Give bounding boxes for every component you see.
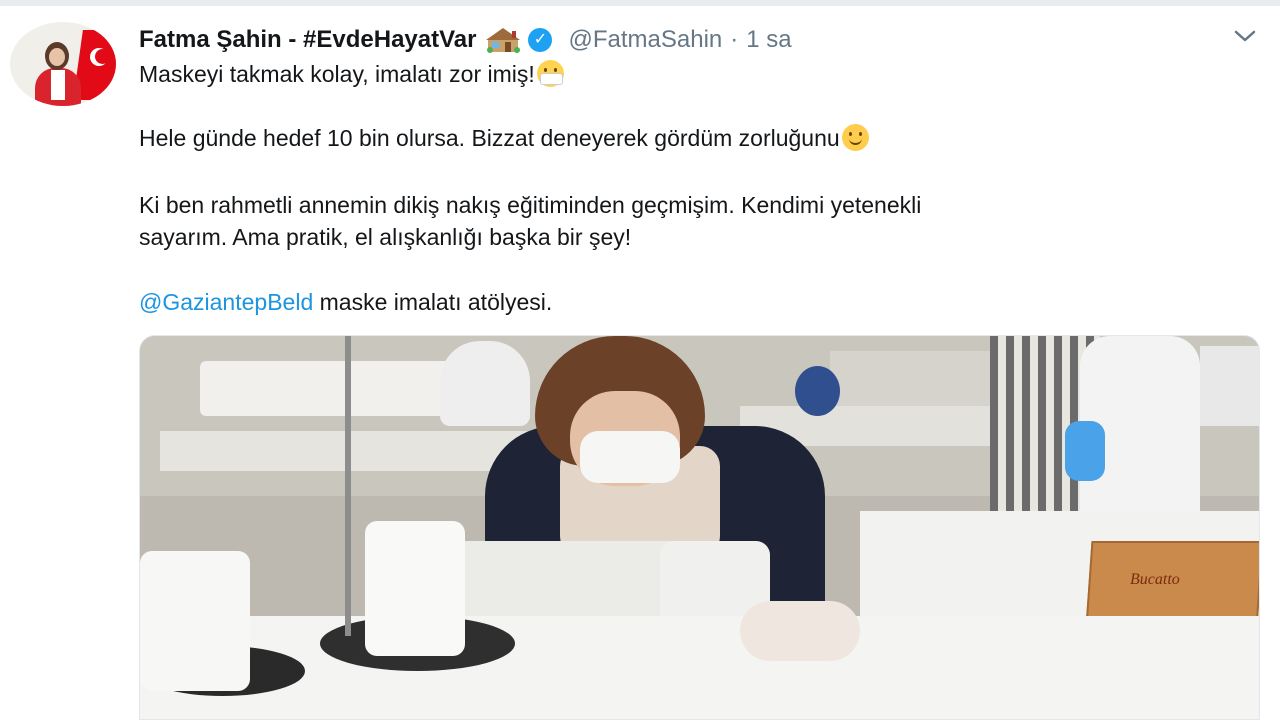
tweet-video[interactable]: Bucatto [139,335,1260,720]
author-handle[interactable]: @FatmaSahin [568,26,722,54]
separator-dot: · [730,26,739,53]
back-machine-right [830,351,990,406]
chevron-down-icon[interactable] [1228,24,1262,48]
smiling-face-emoji-icon [841,124,869,151]
sewing-table [140,616,1259,719]
house-emoji-icon [486,27,521,53]
text-line-4: maske imalatı atölyesi. [313,289,553,315]
back-worker-left [440,341,530,426]
back-machine-left [200,361,450,416]
verified-badge-icon: ✓ [528,28,553,52]
woman-hand [740,601,860,661]
flag-crescent-cutout [95,49,110,64]
avatar-shirt [51,70,65,100]
author-name[interactable]: Fatma Şahin - #EvdeHayatVar [139,26,476,54]
tweet-text-line-2: Hele günde hedef 10 bin olursa. Bizzat d… [139,122,869,154]
thread-wire [345,336,351,636]
face-mask-emoji-icon [536,60,564,87]
mention-link[interactable]: @GaziantepBeld [139,289,313,315]
thread-spool-right [365,521,465,656]
tweet-text-line-4: @GaziantepBeld maske imalatı atölyesi. [139,286,552,318]
tweet-text-line-1: Maskeyi takmak kolay, imalatı zor imiş! [139,58,564,90]
text-line-1: Maskeyi takmak kolay, imalatı zor imiş! [139,61,535,87]
top-border [0,0,1280,6]
tweet-header: Fatma Şahin - #EvdeHayatVar ✓ @FatmaSahi… [139,26,792,54]
blue-poster [795,366,840,416]
thread-spool-left [140,551,250,691]
blue-glove [1065,421,1105,481]
box-label: Bucatto [1130,571,1180,588]
right-machine [1200,346,1259,426]
tweet-text-line-3a: Ki ben rahmetli annemin dikiş nakış eğit… [139,192,922,218]
woman-mask [580,431,680,483]
text-line-2: Hele günde hedef 10 bin olursa. Bizzat d… [139,125,840,151]
avatar-face [49,48,65,66]
tweet-timestamp[interactable]: 1 sa [746,26,791,54]
avatar[interactable] [10,22,116,106]
tweet-text-line-3b: sayarım. Ama pratik, el alışkanlığı başk… [139,224,632,250]
